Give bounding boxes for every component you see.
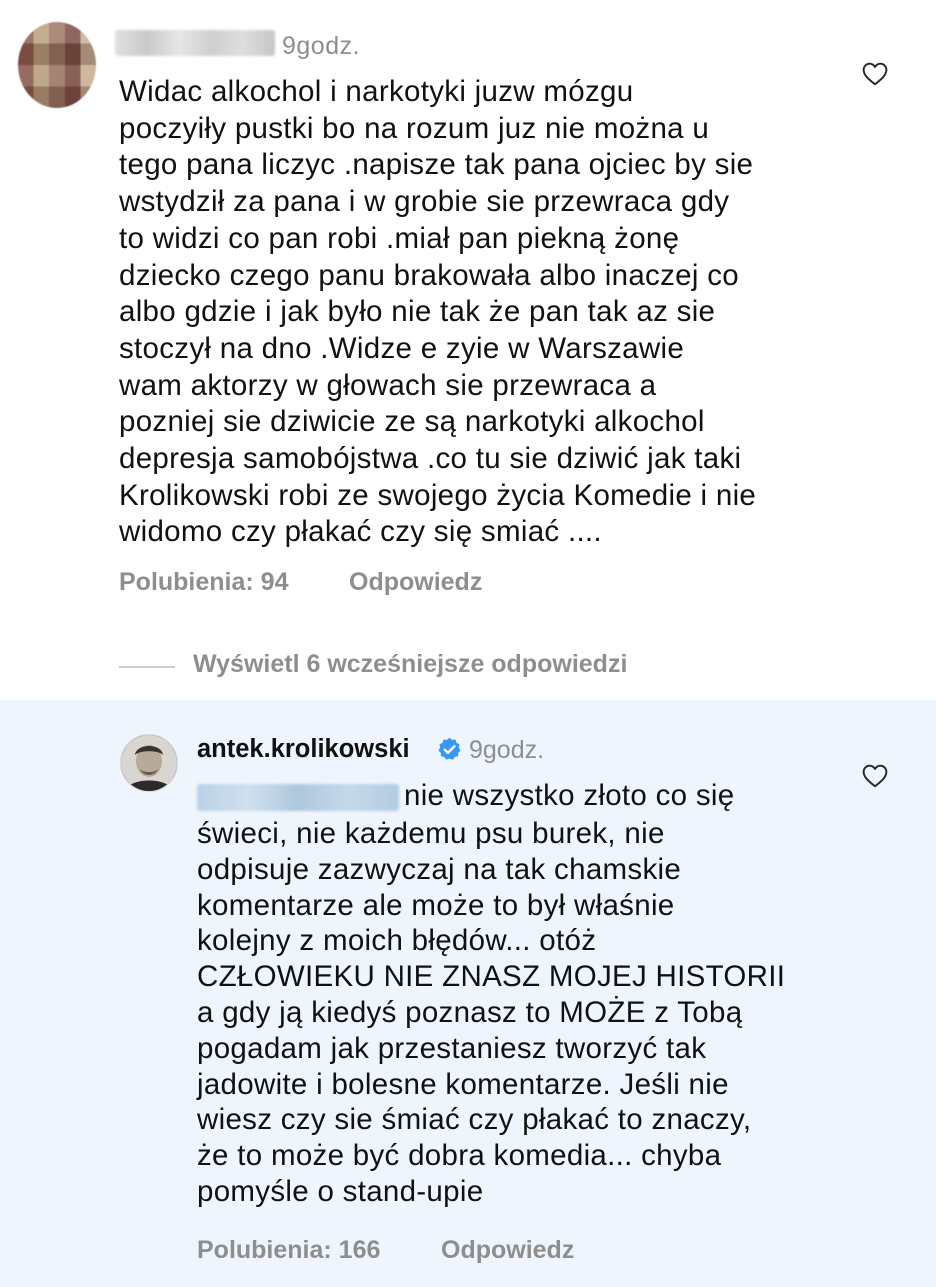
comment-line: pozniej sie dziwicie ze są narkotyki alk… [119, 405, 705, 439]
comment-line: pogadam jak przestaniesz tworzyć tak [197, 1031, 707, 1065]
username-redacted[interactable] [115, 30, 275, 56]
comment-line: wiesz czy sie śmiać czy płakać to znaczy… [197, 1103, 752, 1137]
comment-line: wam aktorzy w głowach sie przewraca a [119, 368, 657, 402]
comment-item: 9godz. Widac alkochol i narkotyki juzw m… [0, 0, 936, 700]
comment-line: poczyiły pustki bo na rozum juz nie możn… [119, 111, 710, 145]
comment-text: świeci, nie każdemu psu burek, nie odpis… [197, 816, 837, 1210]
comment-line: świeci, nie każdemu psu burek, nie [197, 817, 665, 850]
avatar[interactable] [18, 22, 96, 108]
comment-line: tego pana liczyc .napisze tak pana ojcie… [119, 148, 754, 182]
timestamp: 9godz. [282, 32, 361, 60]
comment-line: że to może być dobra komedia... chyba [197, 1139, 722, 1173]
comment-line: to widzi co pan robi .miał pan piekną żo… [119, 221, 680, 255]
avatar[interactable] [120, 734, 178, 792]
comment-line: wstydził za pana i w grobie sie przewrac… [119, 185, 730, 219]
comment-line: kolejny z moich błędów... otóż [197, 924, 597, 958]
comment-line: widomo czy płakać czy się smiać .... [119, 515, 602, 549]
comment-line: CZŁOWIEKU NIE ZNASZ MOJEJ HISTORII [197, 960, 786, 994]
timestamp: 9godz. [469, 736, 545, 764]
comment-line: Krolikowski robi ze swojego życia Komedi… [119, 478, 757, 512]
comment-line: dziecko czego panu brakowała albo inacze… [119, 258, 739, 292]
verified-badge-icon [438, 737, 461, 760]
comment-line: komentarze ale może to był właśnie [197, 888, 675, 922]
username[interactable]: antek.krolikowski [197, 735, 410, 764]
comment-line: stoczył na dno .Widze e zyie w Warszawie [119, 331, 685, 365]
comment-line: albo gdzie i jak było nie tak że pan tak… [119, 295, 716, 329]
comment-line: nie wszystko złoto co się [404, 779, 735, 812]
comment-line: jadowite i bolesne komentarze. Jeśli nie [197, 1067, 729, 1101]
likes-count[interactable]: Polubienia: 166 [197, 1236, 380, 1265]
comment-line: pomyśle o stand-upie [197, 1174, 484, 1208]
heart-icon[interactable] [862, 62, 888, 86]
reply-button[interactable]: Odpowiedz [349, 568, 482, 597]
comment-line: a gdy ją kiedyś poznasz to MOŻE z Tobą [197, 995, 743, 1029]
heart-icon[interactable] [862, 764, 888, 788]
comment-text: Widac alkochol i narkotyki juzw mózgu po… [119, 74, 839, 551]
reply-button[interactable]: Odpowiedz [441, 1236, 574, 1265]
divider [119, 666, 175, 668]
comment-line: depresja samobójstwa .co tu sie dziwić j… [119, 442, 742, 476]
comment-line: odpisuje zazwyczaj na tak chamskie [197, 852, 682, 886]
likes-count[interactable]: Polubienia: 94 [119, 568, 288, 597]
mention-redacted[interactable] [197, 784, 399, 811]
view-previous-replies-button[interactable]: Wyświetl 6 wcześniejsze odpowiedzi [193, 650, 627, 679]
comment-line: Widac alkochol i narkotyki juzw mózgu [119, 75, 634, 108]
